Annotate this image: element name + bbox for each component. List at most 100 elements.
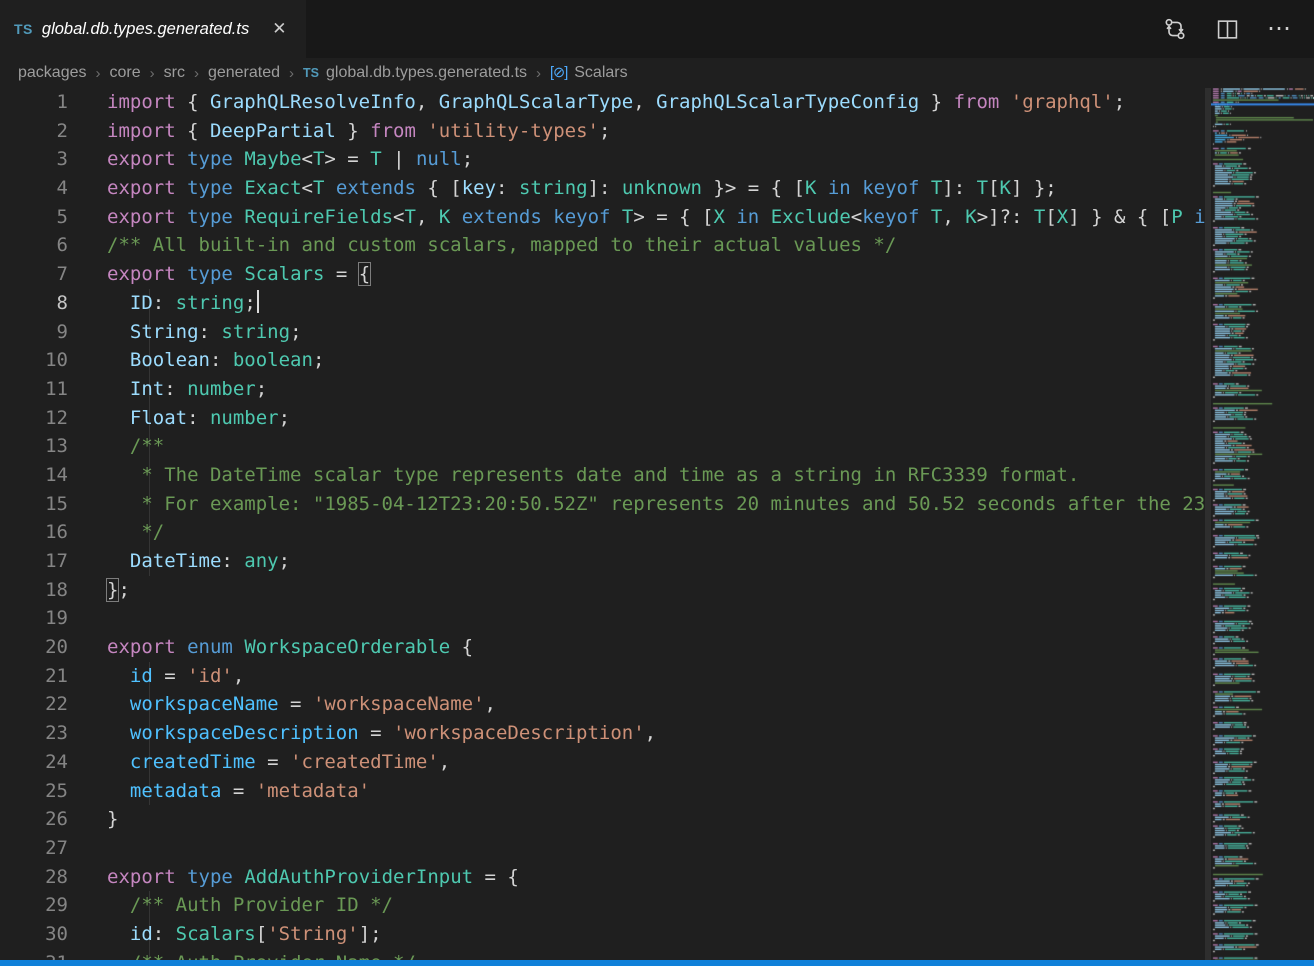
token-kw1: export — [107, 206, 176, 228]
code-line-15[interactable]: * For example: "1985-04-12T23:20:50.52Z"… — [107, 490, 1205, 519]
line-number-1[interactable]: 1 — [0, 88, 68, 117]
typescript-file-icon: TS — [303, 66, 319, 80]
code-line-6[interactable]: /** All built-in and custom scalars, map… — [107, 231, 1205, 260]
code-line-21[interactable]: id = 'id', — [107, 662, 1205, 691]
code-line-24[interactable]: createdTime = 'createdTime', — [107, 748, 1205, 777]
line-number-30[interactable]: 30 — [0, 920, 68, 949]
line-number-2[interactable]: 2 — [0, 117, 68, 146]
breadcrumb: packages›core›src›generated›TSglobal.db.… — [0, 58, 1314, 88]
line-number-16[interactable]: 16 — [0, 518, 68, 547]
line-number-8[interactable]: 8 — [0, 289, 68, 318]
token-enm: workspaceDescription — [130, 722, 359, 744]
line-number-26[interactable]: 26 — [0, 805, 68, 834]
code-line-17[interactable]: DateTime: any; — [107, 547, 1205, 576]
token-kw2: enum — [187, 636, 233, 658]
line-number-25[interactable]: 25 — [0, 777, 68, 806]
breadcrumb-item-generated[interactable]: generated — [208, 64, 280, 82]
line-number-19[interactable]: 19 — [0, 604, 68, 633]
line-number-29[interactable]: 29 — [0, 891, 68, 920]
token-kw1: export — [107, 148, 176, 170]
line-number-24[interactable]: 24 — [0, 748, 68, 777]
code-line-20[interactable]: export enum WorkspaceOrderable { — [107, 633, 1205, 662]
code-line-30[interactable]: id: Scalars['String']; — [107, 920, 1205, 949]
line-number-11[interactable]: 11 — [0, 375, 68, 404]
code-line-13[interactable]: /** — [107, 432, 1205, 461]
breadcrumb-label: packages — [18, 64, 87, 82]
code-line-26[interactable]: } — [107, 805, 1205, 834]
token-str: 'graphql' — [1011, 91, 1114, 113]
code-line-22[interactable]: workspaceName = 'workspaceName', — [107, 690, 1205, 719]
token-pun: ]: — [588, 177, 622, 199]
code-line-7[interactable]: export type Scalars = { — [107, 260, 1205, 289]
code-line-18[interactable]: }; — [107, 576, 1205, 605]
breadcrumb-item-src[interactable]: src — [164, 64, 185, 82]
line-number-18[interactable]: 18 — [0, 576, 68, 605]
breadcrumb-item-core[interactable]: core — [110, 64, 141, 82]
close-tab-icon[interactable]: ✕ — [268, 17, 290, 41]
code-line-8[interactable]: ID: string; — [107, 289, 1205, 318]
token-pun: : — [199, 321, 222, 343]
token-pun — [450, 206, 461, 228]
minimap[interactable] — [1211, 88, 1314, 966]
open-changes-icon[interactable] — [1162, 16, 1188, 42]
line-number-17[interactable]: 17 — [0, 547, 68, 576]
line-number-9[interactable]: 9 — [0, 318, 68, 347]
code-line-27[interactable] — [107, 834, 1205, 863]
token-pun: : — [164, 378, 187, 400]
token-typ: Maybe — [244, 148, 301, 170]
token-pun — [999, 91, 1010, 113]
code-line-14[interactable]: * The DateTime scalar type represents da… — [107, 461, 1205, 490]
code-line-12[interactable]: Float: number; — [107, 404, 1205, 433]
line-number-12[interactable]: 12 — [0, 404, 68, 433]
line-number-28[interactable]: 28 — [0, 863, 68, 892]
line-number-7[interactable]: 7 — [0, 260, 68, 289]
code-line-28[interactable]: export type AddAuthProviderInput = { — [107, 863, 1205, 892]
code-line-9[interactable]: String: string; — [107, 318, 1205, 347]
code-line-1[interactable]: import { GraphQLResolveInfo, GraphQLScal… — [107, 88, 1205, 117]
token-pun — [107, 349, 130, 371]
code-line-19[interactable] — [107, 604, 1205, 633]
split-editor-icon[interactable] — [1214, 16, 1240, 42]
more-actions-icon[interactable]: ⋯ — [1266, 16, 1292, 42]
line-number-3[interactable]: 3 — [0, 145, 68, 174]
line-number-20[interactable]: 20 — [0, 633, 68, 662]
token-pun — [107, 665, 130, 687]
token-kw2: type — [187, 148, 233, 170]
code-line-5[interactable]: export type RequireFields<T, K extends k… — [107, 203, 1205, 232]
symbol-type-icon: [⊘] — [550, 65, 567, 81]
breadcrumb-item-global-db-types-generated-ts[interactable]: TSglobal.db.types.generated.ts — [303, 64, 527, 82]
code-line-2[interactable]: import { DeepPartial } from 'utility-typ… — [107, 117, 1205, 146]
tab-global-db-types-generated[interactable]: TS global.db.types.generated.ts ✕ — [0, 0, 306, 58]
code-line-16[interactable]: */ — [107, 518, 1205, 547]
line-number-10[interactable]: 10 — [0, 346, 68, 375]
line-number-6[interactable]: 6 — [0, 231, 68, 260]
line-number-27[interactable]: 27 — [0, 834, 68, 863]
code-line-25[interactable]: metadata = 'metadata' — [107, 777, 1205, 806]
token-kw1: export — [107, 866, 176, 888]
breadcrumb-item-scalars[interactable]: [⊘]Scalars — [550, 64, 628, 82]
breadcrumb-item-packages[interactable]: packages — [18, 64, 87, 82]
line-number-15[interactable]: 15 — [0, 490, 68, 519]
line-number-4[interactable]: 4 — [0, 174, 68, 203]
token-typ: X — [713, 206, 724, 228]
line-number-23[interactable]: 23 — [0, 719, 68, 748]
line-number-5[interactable]: 5 — [0, 203, 68, 232]
editor-code-area[interactable]: import { GraphQLResolveInfo, GraphQLScal… — [68, 88, 1205, 966]
token-pun: : — [221, 550, 244, 572]
token-pun — [107, 780, 130, 802]
breadcrumb-separator: › — [536, 65, 541, 82]
line-number-22[interactable]: 22 — [0, 690, 68, 719]
code-line-29[interactable]: /** Auth Provider ID */ — [107, 891, 1205, 920]
token-pun: ; — [290, 321, 301, 343]
token-pun: ; — [279, 407, 290, 429]
line-number-13[interactable]: 13 — [0, 432, 68, 461]
line-number-21[interactable]: 21 — [0, 662, 68, 691]
line-number-14[interactable]: 14 — [0, 461, 68, 490]
code-line-10[interactable]: Boolean: boolean; — [107, 346, 1205, 375]
code-line-3[interactable]: export type Maybe<T> = T | null; — [107, 145, 1205, 174]
token-pun — [107, 378, 130, 400]
code-editor[interactable]: 1234567891011121314151617181920212223242… — [0, 88, 1205, 966]
code-line-11[interactable]: Int: number; — [107, 375, 1205, 404]
code-line-4[interactable]: export type Exact<T extends { [key: stri… — [107, 174, 1205, 203]
code-line-23[interactable]: workspaceDescription = 'workspaceDescrip… — [107, 719, 1205, 748]
